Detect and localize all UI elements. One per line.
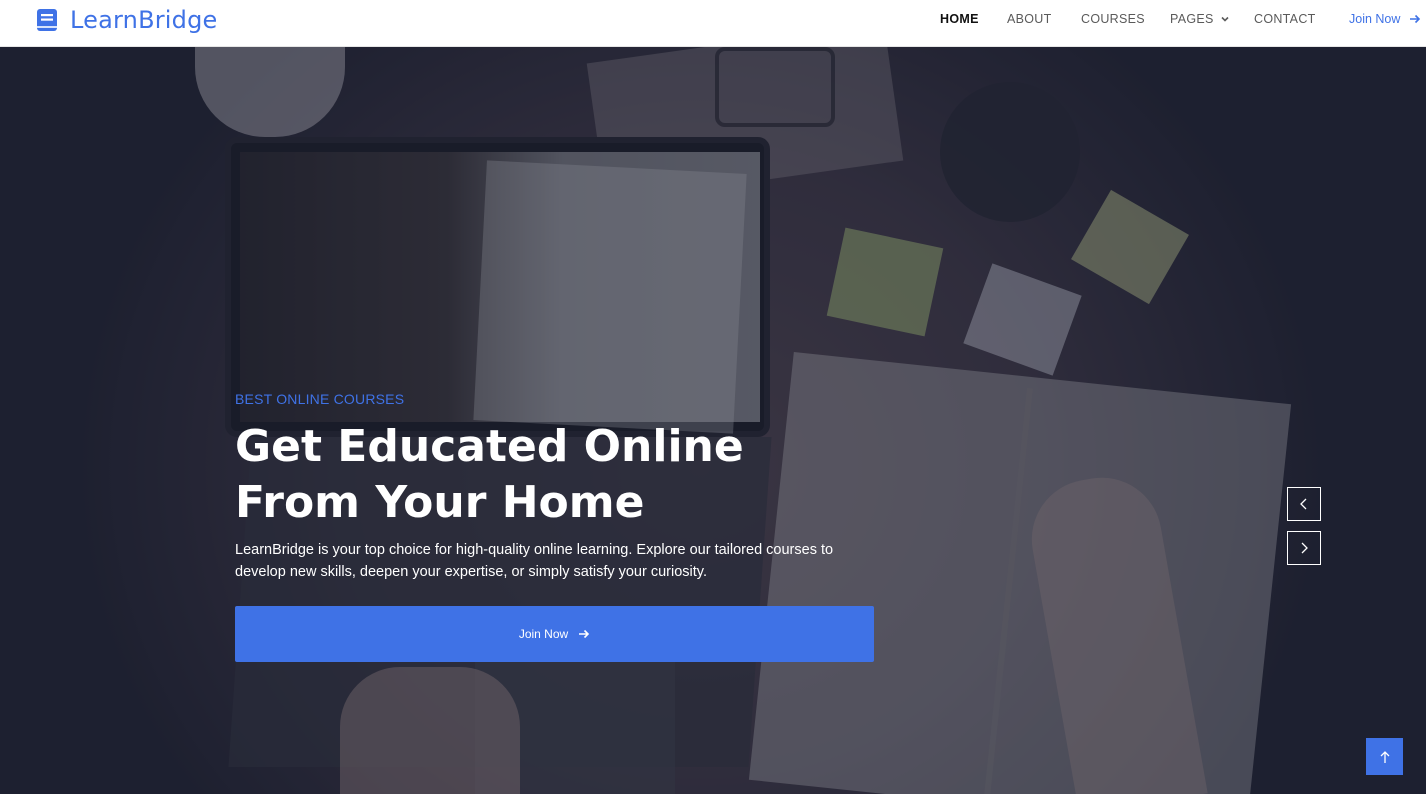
nav-item-home[interactable]: HOME: [940, 12, 979, 26]
back-to-top-button[interactable]: [1366, 738, 1403, 775]
arrow-up-icon: [1380, 750, 1389, 763]
top-navbar: LearnBridge HOME ABOUT COURSES PAGES CON…: [0, 0, 1426, 47]
carousel-prev-button[interactable]: [1287, 487, 1321, 521]
carousel-next-button[interactable]: [1287, 531, 1321, 565]
nav-item-courses[interactable]: COURSES: [1081, 12, 1145, 26]
chevron-left-icon: [1300, 498, 1307, 510]
hero-title: Get Educated Online From Your Home: [235, 421, 744, 528]
arrow-right-icon: [579, 629, 590, 639]
hero-subtitle: BEST ONLINE COURSES: [235, 391, 405, 407]
hero-join-now-label: Join Now: [518, 627, 569, 641]
hero-join-now-button[interactable]: Join Now: [235, 606, 874, 662]
nav-item-about[interactable]: ABOUT: [1007, 12, 1052, 26]
book-icon: [37, 9, 57, 31]
nav-join-now-label: Join Now: [1349, 12, 1401, 26]
hero-carousel: BEST ONLINE COURSES Get Educated Online …: [0, 47, 1426, 794]
nav-item-pages-label: PAGES: [1170, 12, 1214, 26]
chevron-down-icon: [1221, 16, 1229, 22]
nav-join-now-link[interactable]: Join Now: [1349, 12, 1421, 26]
hero-description: LearnBridge is your top choice for high-…: [235, 542, 834, 580]
chevron-right-icon: [1301, 542, 1308, 554]
arrow-right-icon: [1410, 14, 1421, 24]
nav-item-contact[interactable]: CONTACT: [1254, 12, 1316, 26]
nav-item-pages[interactable]: PAGES: [1170, 12, 1230, 26]
brand-name: LearnBridge: [70, 6, 218, 34]
brand-logo-link[interactable]: LearnBridge: [37, 0, 218, 40]
